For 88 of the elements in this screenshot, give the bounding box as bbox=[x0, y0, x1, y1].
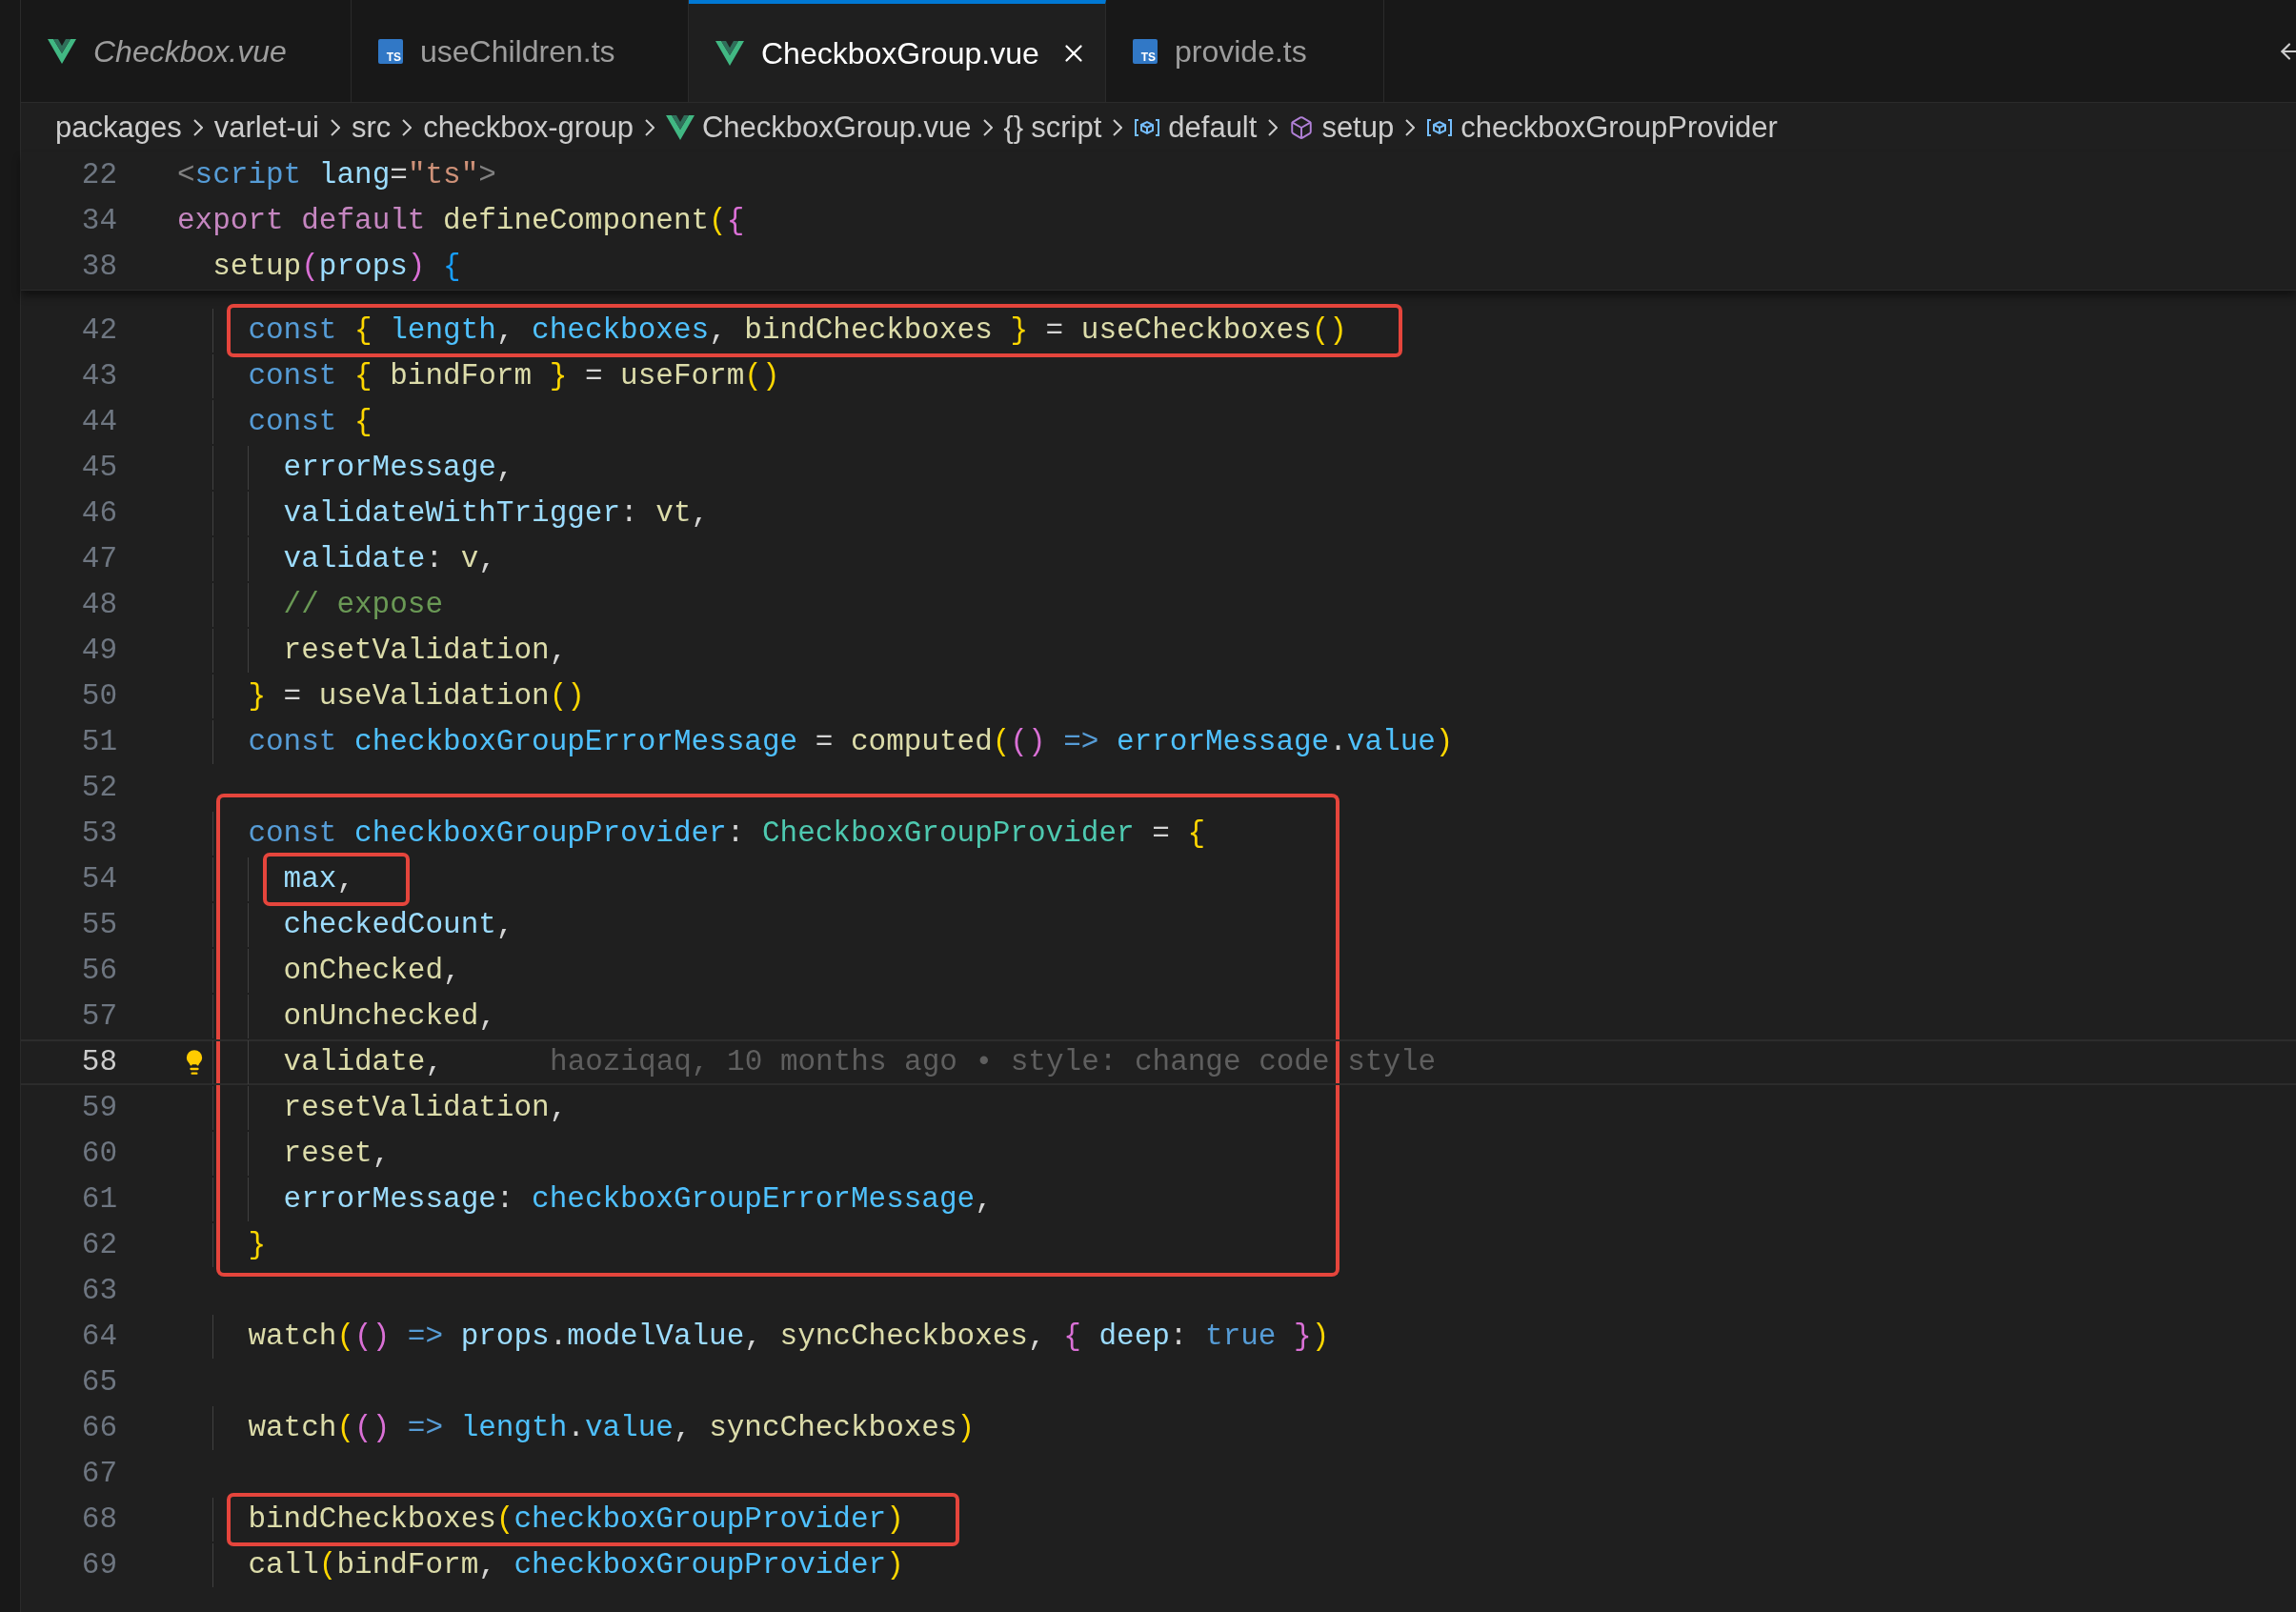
cube-icon bbox=[1289, 115, 1315, 140]
code-line: const checkboxGroupErrorMessage = computed(() => errorMessage.value) bbox=[248, 724, 1454, 758]
chevron-right-icon bbox=[402, 119, 413, 136]
breadcrumb-item[interactable]: default bbox=[1168, 105, 1258, 151]
line-number: 59 bbox=[80, 1089, 117, 1126]
code-line: setup(props) { bbox=[212, 249, 461, 283]
breadcrumb-item[interactable]: src bbox=[352, 105, 392, 151]
code-line: watch(() => length.value, syncCheckboxes) bbox=[248, 1410, 976, 1444]
editor-tab[interactable]: Checkbox.vue bbox=[21, 0, 352, 102]
code-line: } = useValidation() bbox=[248, 678, 585, 713]
code-line: onUnchecked, bbox=[283, 998, 496, 1033]
chevron-right-icon bbox=[982, 119, 993, 136]
code-line: watch(() => props.modelValue, syncCheckboxes, { deep: true }) bbox=[248, 1319, 1330, 1353]
line-number: 57 bbox=[80, 997, 117, 1035]
line-number: 62 bbox=[80, 1226, 117, 1263]
code-line: validateWithTrigger: vt, bbox=[283, 495, 710, 530]
code-line: bindCheckboxes(checkboxGroupProvider) bbox=[248, 1501, 904, 1536]
editor-tab[interactable]: CheckboxGroup.vue bbox=[689, 0, 1106, 102]
line-number: 69 bbox=[80, 1546, 117, 1583]
line-number: 34 bbox=[80, 202, 117, 239]
breadcrumb-item[interactable]: script bbox=[1031, 105, 1102, 151]
line-number: 38 bbox=[80, 248, 117, 285]
code-line: const { bbox=[248, 404, 373, 438]
variable-icon bbox=[1426, 117, 1454, 138]
vue-icon bbox=[48, 38, 76, 64]
line-number: 58 bbox=[80, 1043, 117, 1080]
line-number: 54 bbox=[80, 860, 117, 897]
chevron-right-icon bbox=[644, 119, 655, 136]
code-line: errorMessage, bbox=[283, 450, 514, 484]
line-number: 49 bbox=[80, 632, 117, 669]
code-line: const checkboxGroupProvider: CheckboxGroupProvider = { bbox=[248, 816, 1205, 850]
line-number: 48 bbox=[80, 586, 117, 623]
line-number: 67 bbox=[80, 1455, 117, 1492]
code-line: const { length, checkboxes, bindCheckboxes } = useCheckboxes() bbox=[248, 312, 1347, 347]
line-number: 50 bbox=[80, 677, 117, 715]
chevron-right-icon bbox=[192, 119, 203, 136]
breadcrumb-item[interactable]: checkboxGroupProvider bbox=[1460, 105, 1778, 151]
typescript-icon: TS bbox=[1133, 38, 1158, 64]
line-number: 52 bbox=[80, 769, 117, 806]
breadcrumb-item[interactable]: setup bbox=[1321, 105, 1395, 151]
code-line: errorMessage: checkboxGroupErrorMessage, bbox=[283, 1181, 993, 1216]
line-number: 63 bbox=[80, 1272, 117, 1309]
line-number: 46 bbox=[80, 494, 117, 532]
breadcrumb-item[interactable]: packages bbox=[55, 105, 182, 151]
code-line: reset, bbox=[283, 1136, 391, 1170]
line-number: 45 bbox=[80, 449, 117, 486]
line-number: 68 bbox=[80, 1501, 117, 1538]
code-line: checkedCount, bbox=[283, 907, 514, 941]
code-line: // expose bbox=[283, 587, 444, 621]
line-number: 42 bbox=[80, 312, 117, 349]
code-line: onChecked, bbox=[283, 953, 461, 987]
breadcrumb-item[interactable]: CheckboxGroup.vue bbox=[701, 105, 972, 151]
variable-icon bbox=[1134, 117, 1161, 138]
braces-icon: {} bbox=[1003, 105, 1024, 151]
code-line: max, bbox=[283, 861, 355, 896]
line-number: 65 bbox=[80, 1363, 117, 1400]
line-number: 43 bbox=[80, 357, 117, 394]
breadcrumb-item[interactable]: checkbox-group bbox=[423, 105, 634, 151]
breadcrumb-item[interactable]: varlet-ui bbox=[213, 105, 319, 151]
line-number: 55 bbox=[80, 906, 117, 943]
code-line: } bbox=[248, 1227, 266, 1261]
vue-icon bbox=[665, 115, 695, 140]
code-line: call(bindForm, checkboxGroupProvider) bbox=[248, 1547, 904, 1582]
code-line: <script lang="ts"> bbox=[177, 157, 496, 191]
chevron-right-icon bbox=[1113, 119, 1123, 136]
code-line: validate: v, bbox=[283, 541, 496, 575]
line-number: 60 bbox=[80, 1135, 117, 1172]
vue-icon bbox=[715, 40, 744, 66]
line-number: 22 bbox=[80, 156, 117, 193]
typescript-icon: TS bbox=[378, 38, 403, 64]
line-number: 61 bbox=[80, 1180, 117, 1218]
chevron-right-icon bbox=[331, 119, 340, 136]
code-line: resetValidation, bbox=[283, 1090, 568, 1124]
line-number: 53 bbox=[80, 815, 117, 852]
line-number: 64 bbox=[80, 1318, 117, 1355]
code-line: resetValidation, bbox=[283, 633, 568, 667]
chevron-right-icon bbox=[1268, 119, 1279, 136]
editor-tab[interactable]: TS provide.ts bbox=[1106, 0, 1384, 102]
code-line: validate, bbox=[283, 1044, 444, 1078]
chevron-right-icon bbox=[1405, 119, 1416, 136]
code-line: export default defineComponent({ bbox=[177, 203, 745, 237]
line-number: 66 bbox=[80, 1409, 117, 1446]
line-number: 47 bbox=[80, 540, 117, 577]
code-line: const { bindForm } = useForm() bbox=[248, 358, 780, 393]
blame-annotation: haoziqaq, 10 months ago • style: change code style bbox=[550, 1043, 1437, 1080]
line-number: 56 bbox=[80, 952, 117, 989]
line-number: 44 bbox=[80, 403, 117, 440]
line-number: 51 bbox=[80, 723, 117, 760]
